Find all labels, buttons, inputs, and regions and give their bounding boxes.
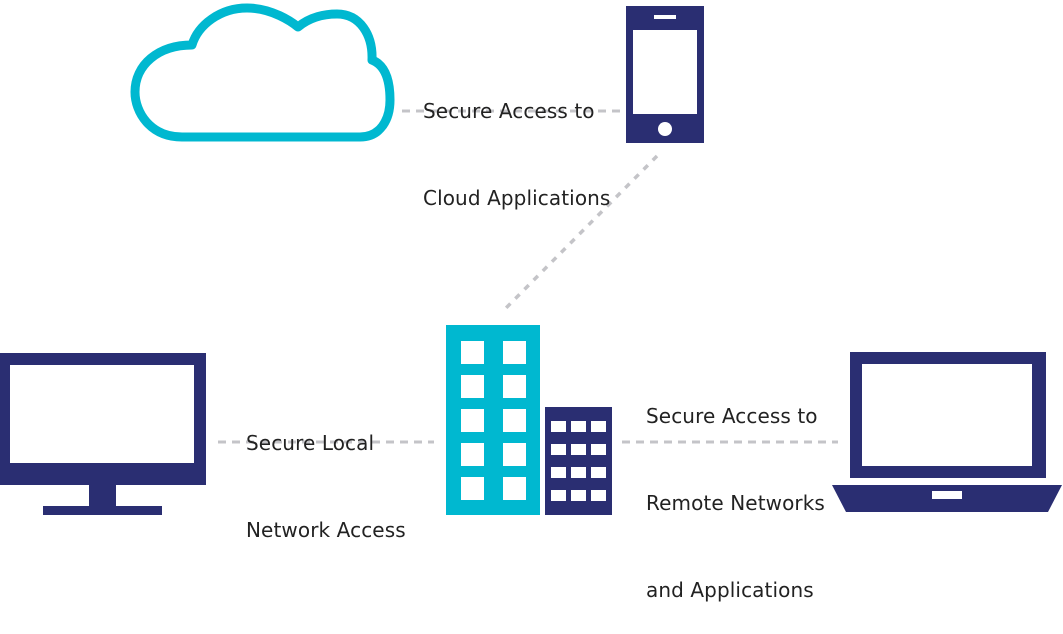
label-line: Cloud Applications (423, 186, 611, 210)
label-line: Secure Access to (646, 404, 818, 428)
label-local-network-access: Secure Local Network Access (246, 371, 406, 574)
window (503, 341, 526, 364)
label-line: Secure Access to (423, 99, 595, 123)
window (461, 375, 484, 398)
window (551, 421, 566, 432)
monitor-icon (0, 353, 206, 515)
label-line: Remote Networks (646, 491, 825, 515)
window (503, 477, 526, 500)
buildings-icon (446, 325, 612, 515)
label-cloud-access: Secure Access to Cloud Applications (423, 39, 610, 242)
window (461, 409, 484, 432)
window (503, 409, 526, 432)
window (503, 443, 526, 466)
label-line: Secure Local (246, 431, 375, 455)
laptop-icon (832, 352, 1062, 512)
window (503, 375, 526, 398)
cloud-icon (130, 3, 395, 142)
window (591, 444, 606, 455)
window (591, 467, 606, 478)
window (551, 444, 566, 455)
window (461, 443, 484, 466)
label-remote-access: Secure Access to Remote Networks and App… (646, 344, 825, 634)
window (461, 477, 484, 500)
window (571, 467, 586, 478)
window (461, 341, 484, 364)
label-line: and Applications (646, 578, 814, 602)
window (591, 490, 606, 501)
window (571, 490, 586, 501)
window (571, 444, 586, 455)
window (571, 421, 586, 432)
window (551, 490, 566, 501)
window (551, 467, 566, 478)
window (591, 421, 606, 432)
smartphone-icon (626, 6, 704, 143)
label-line: Network Access (246, 518, 406, 542)
